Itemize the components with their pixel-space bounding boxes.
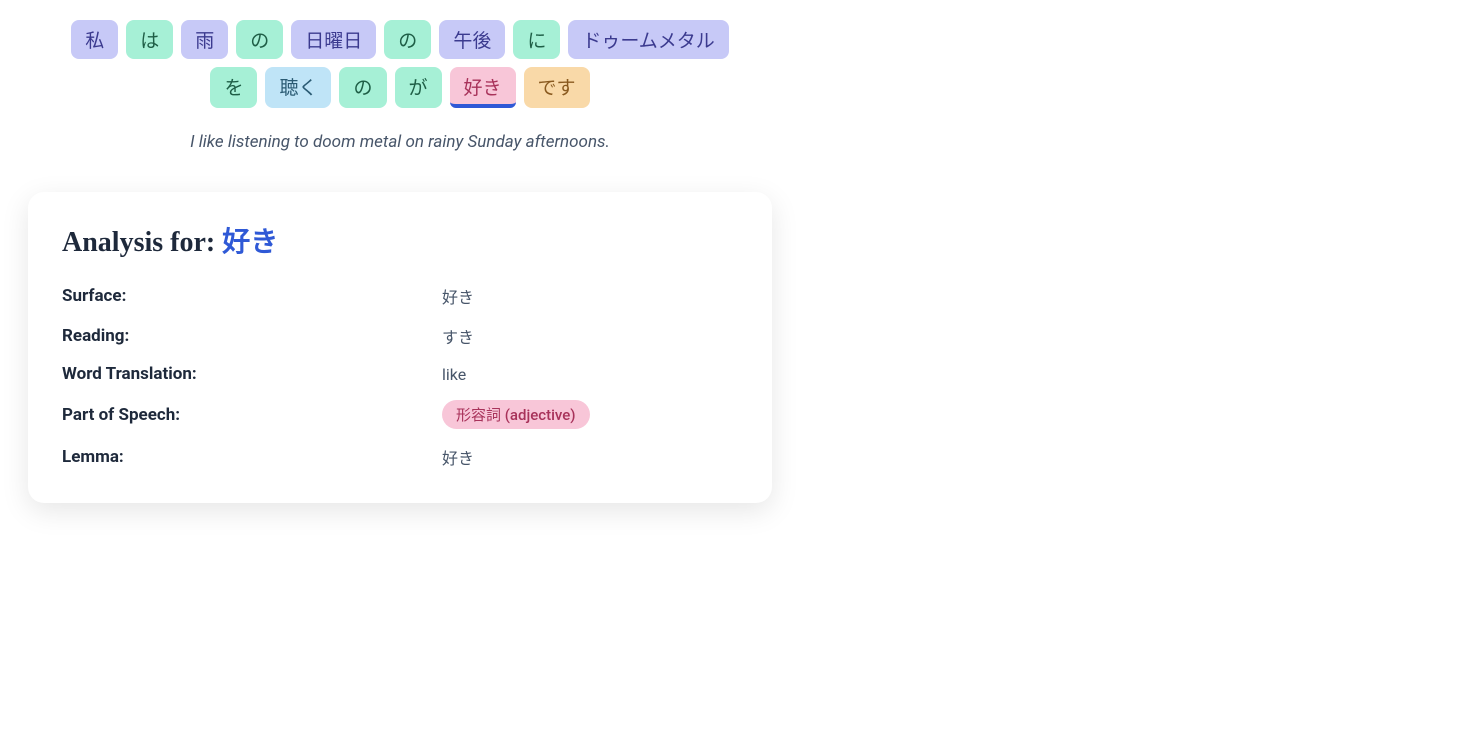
token-10[interactable]: 聴く [265, 67, 331, 108]
analysis-heading: Analysis for: 好き [62, 220, 738, 260]
row-pos: Part of Speech: 形容詞 (adjective) [62, 400, 738, 429]
value-pos: 形容詞 (adjective) [442, 400, 590, 429]
token-0[interactable]: 私 [71, 20, 118, 59]
label-pos: Part of Speech: [62, 405, 442, 425]
token-8[interactable]: ドゥームメタル [568, 20, 728, 59]
row-lemma: Lemma: 好き [62, 445, 738, 469]
label-lemma: Lemma: [62, 447, 442, 467]
token-4[interactable]: 日曜日 [291, 20, 376, 59]
row-reading: Reading: すき [62, 324, 738, 348]
token-strip: 私は雨の日曜日の午後にドゥームメタルを聴くのが好きです [28, 20, 772, 108]
token-1[interactable]: は [126, 20, 173, 59]
token-13[interactable]: 好き [450, 67, 516, 108]
value-surface: 好き [442, 284, 474, 308]
analysis-heading-prefix: Analysis for: [62, 227, 222, 258]
token-5[interactable]: の [384, 20, 431, 59]
value-lemma: 好き [442, 445, 474, 469]
value-reading: すき [442, 324, 474, 348]
token-6[interactable]: 午後 [439, 20, 505, 59]
row-word-translation: Word Translation: like [62, 364, 738, 384]
token-2[interactable]: 雨 [181, 20, 228, 59]
pos-chip: 形容詞 (adjective) [442, 400, 590, 429]
analysis-heading-word: 好き [222, 227, 278, 258]
token-14[interactable]: です [524, 67, 590, 108]
token-9[interactable]: を [210, 67, 257, 108]
label-surface: Surface: [62, 286, 442, 306]
label-reading: Reading: [62, 326, 442, 346]
token-7[interactable]: に [513, 20, 560, 59]
token-12[interactable]: が [395, 67, 442, 108]
token-11[interactable]: の [339, 67, 386, 108]
analysis-card: Analysis for: 好き Surface: 好き Reading: すき… [28, 192, 772, 503]
label-word-translation: Word Translation: [62, 364, 442, 384]
row-surface: Surface: 好き [62, 284, 738, 308]
value-word-translation: like [442, 365, 466, 384]
sentence-translation: I like listening to doom metal on rainy … [28, 132, 772, 152]
token-3[interactable]: の [236, 20, 283, 59]
